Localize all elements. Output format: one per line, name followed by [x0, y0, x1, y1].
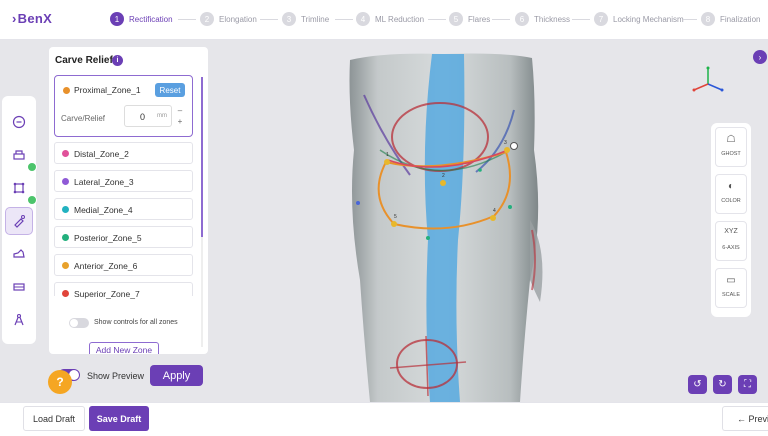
shoe-icon [13, 249, 25, 258]
svg-text:5: 5 [394, 214, 397, 220]
help-button[interactable]: ? [48, 370, 72, 394]
compass-icon [14, 313, 24, 326]
step-trimline[interactable]: 3 Trimline [282, 10, 329, 28]
carve-relief-panel: Carve Relief i Proximal_Zone_1 Reset Car… [49, 47, 208, 354]
axis-icon: XYZ [724, 228, 738, 235]
step-connector [178, 19, 196, 20]
svg-text:1: 1 [386, 152, 389, 158]
scale-icon: ▭ [726, 275, 736, 286]
tool-compass[interactable] [5, 306, 33, 334]
step-connector [335, 19, 353, 20]
brush-icon [14, 215, 25, 228]
transform-icon [13, 182, 25, 194]
tool-transform[interactable] [5, 174, 37, 205]
redo-icon: ↻ [718, 379, 727, 390]
value-stepper[interactable]: – + [175, 105, 185, 127]
zone-row-superior[interactable]: Superior_Zone_7 [54, 282, 193, 299]
completed-check-icon [27, 195, 37, 205]
logo-chevron-icon: › [12, 11, 17, 26]
ruler-icon [13, 283, 25, 291]
svg-text:3: 3 [504, 140, 507, 146]
apply-button[interactable]: Apply [150, 365, 203, 386]
panel-scrollbar[interactable] [201, 77, 203, 347]
limb-model[interactable]: 1 2 3 4 5 [214, 40, 768, 402]
scale-button[interactable]: ▭ SCALE [715, 268, 747, 308]
minus-circle-icon [12, 115, 26, 129]
zone-row-posterior[interactable]: Posterior_Zone_5 [54, 226, 193, 248]
layers-icon [13, 150, 25, 160]
save-draft-button[interactable]: Save Draft [89, 406, 149, 431]
zone-color-dot [62, 234, 69, 241]
tool-layers[interactable] [5, 141, 37, 172]
completed-check-icon [27, 162, 37, 172]
tool-carve-relief[interactable] [5, 207, 33, 235]
step-elongation[interactable]: 2 Elongation [200, 10, 257, 28]
step-locking-mechanism[interactable]: 7 Locking Mechanism [594, 10, 684, 28]
step-connector [683, 19, 697, 20]
step-finalization[interactable]: 8 Finalization [701, 10, 760, 28]
step-flares[interactable]: 5 Flares [449, 10, 490, 28]
toggle-knob [70, 319, 78, 327]
info-icon[interactable]: i [112, 55, 123, 66]
step-connector [428, 19, 446, 20]
step-thickness[interactable]: 6 Thickness [515, 10, 570, 28]
carve-relief-unit: mm [157, 113, 167, 119]
zone-row-lateral[interactable]: Lateral_Zone_3 [54, 170, 193, 192]
active-zone-card[interactable]: Proximal_Zone_1 Reset Carve/Relief 0 mm … [54, 75, 193, 137]
color-button[interactable]: ◐ COLOR [715, 174, 747, 214]
ghost-button[interactable]: ☖ GHOST [715, 127, 747, 167]
top-bar: ›BenX 1 Rectification 2 Elongation 3 Trimli… [0, 0, 768, 40]
show-preview-label: Show Preview [87, 371, 145, 381]
svg-text:2: 2 [442, 173, 445, 179]
zone-color-dot [62, 262, 69, 269]
fullscreen-icon: ⛶ [744, 379, 751, 390]
model-viewport[interactable]: 1 2 3 4 5 [214, 40, 768, 402]
step-connector [260, 19, 278, 20]
six-axis-button[interactable]: XYZ 6-AXIS [715, 221, 747, 261]
reset-button[interactable]: Reset [155, 83, 185, 97]
redo-button[interactable]: ↻ [713, 375, 732, 394]
add-new-zone-button[interactable]: Add New Zone [89, 342, 159, 354]
carve-relief-label: Carve/Relief [61, 114, 106, 123]
app-logo[interactable]: ›BenX [12, 11, 52, 26]
view-tools: ☖ GHOST ◐ COLOR XYZ 6-AXIS ▭ SCALE [711, 123, 751, 317]
zone-row-medial[interactable]: Medial_Zone_4 [54, 198, 193, 220]
panel-title: Carve Relief [55, 55, 113, 66]
tool-ruler[interactable] [5, 273, 33, 301]
carve-relief-value: 0 [140, 112, 146, 122]
axis-gizmo-icon [692, 66, 724, 92]
step-ml-reduction[interactable]: 4 ML Reduction [356, 10, 424, 28]
active-zone-name: Proximal_Zone_1 [74, 85, 141, 95]
zone-row-distal[interactable]: Distal_Zone_2 [54, 142, 193, 164]
show-controls-label: Show controls for all zones [94, 319, 178, 326]
ghost-icon: ☖ [726, 134, 736, 145]
zone-color-dot [62, 290, 69, 297]
carve-relief-input[interactable]: 0 mm [124, 105, 172, 127]
previous-button[interactable]: ← Previous [722, 406, 768, 431]
increment-icon[interactable]: + [175, 116, 185, 127]
contrast-icon: ◐ [727, 181, 735, 192]
fullscreen-button[interactable]: ⛶ [738, 375, 757, 394]
show-controls-toggle[interactable] [69, 318, 89, 328]
zone-color-dot [63, 87, 70, 94]
zone-color-dot [62, 178, 69, 185]
left-toolbar [2, 96, 37, 344]
zone-color-dot [62, 150, 69, 157]
undo-icon: ↺ [693, 379, 702, 390]
zone-color-dot [62, 206, 69, 213]
tool-minus[interactable] [5, 108, 33, 136]
step-connector [492, 19, 510, 20]
undo-button[interactable]: ↺ [688, 375, 707, 394]
step-rectification[interactable]: 1 Rectification [110, 10, 173, 28]
load-draft-button[interactable]: Load Draft [23, 406, 85, 431]
step-connector [572, 19, 590, 20]
expand-panel-chevron-icon[interactable]: › [753, 50, 767, 64]
svg-text:4: 4 [493, 208, 496, 214]
tool-shoe[interactable] [5, 240, 33, 268]
scrollbar-thumb[interactable] [201, 77, 203, 237]
zone-row-anterior[interactable]: Anterior_Zone_6 [54, 254, 193, 276]
decrement-icon[interactable]: – [175, 105, 185, 116]
